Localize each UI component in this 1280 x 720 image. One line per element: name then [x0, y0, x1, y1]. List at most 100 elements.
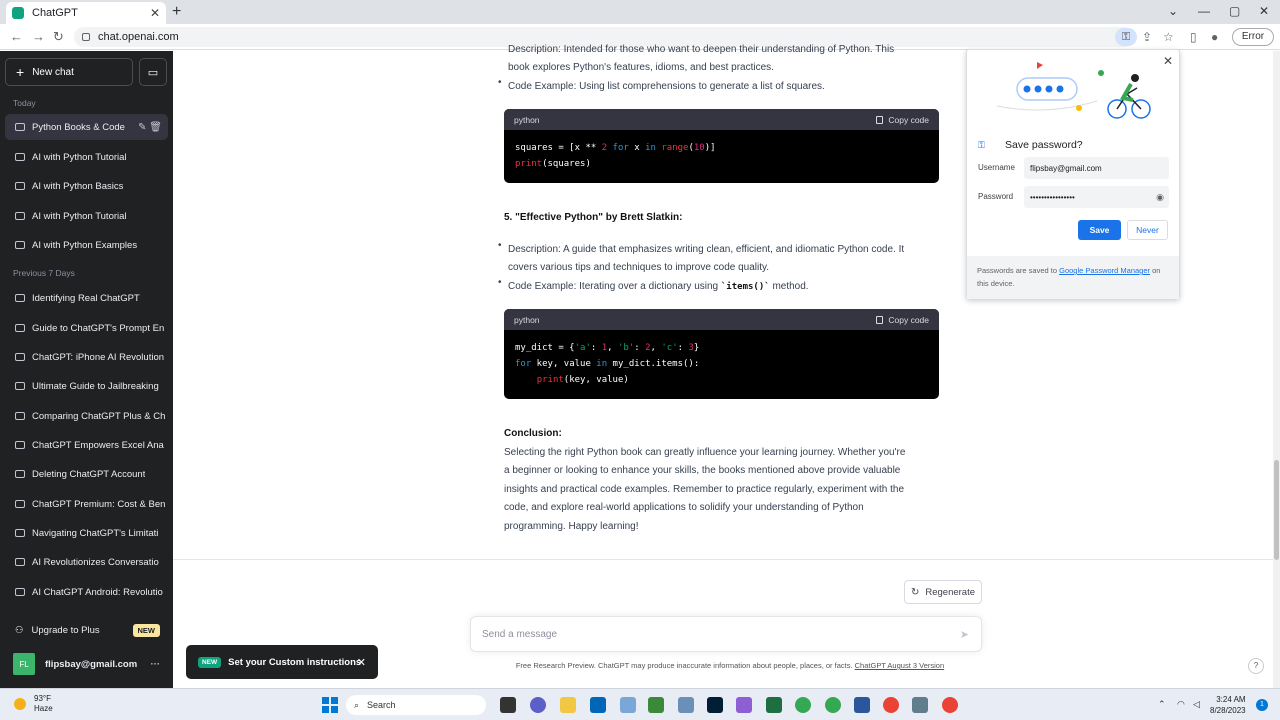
tab-title: ChatGPT	[32, 7, 78, 19]
reload-icon[interactable]: ↻	[53, 29, 64, 45]
send-icon[interactable]: ➤	[960, 628, 969, 641]
new-tab-icon[interactable]: +	[172, 3, 181, 21]
chrome-profile-icon[interactable]	[795, 697, 811, 713]
bookmark-star-icon[interactable]: ☆	[1163, 30, 1174, 44]
code-example-suffix: method.	[769, 281, 809, 292]
tab-search-icon[interactable]: ⌄	[1168, 4, 1178, 18]
sidebar-toggle-button[interactable]: ▭	[139, 58, 167, 86]
side-panel-icon[interactable]: ▯	[1190, 30, 1197, 44]
edit-delete-icons[interactable]: ✎ 🗑	[138, 122, 162, 133]
excel-icon[interactable]	[766, 697, 782, 713]
app-icon[interactable]	[854, 697, 870, 713]
message-input[interactable]: Send a message ➤	[470, 616, 982, 652]
new-chat-button[interactable]: + New chat	[5, 58, 133, 86]
weather-widget[interactable]: 93°F Haze	[14, 694, 53, 714]
sidebar-chat-item[interactable]: Python Books & Code ✎ 🗑	[5, 114, 168, 140]
chat-item-label: ChatGPT Premium: Cost & Ben	[32, 498, 166, 510]
volume-icon[interactable]: ◁	[1193, 699, 1200, 710]
sidebar-chat-item[interactable]: Comparing ChatGPT Plus & Ch	[5, 403, 168, 429]
sidebar-chat-item[interactable]: AI with Python Tutorial	[5, 203, 168, 229]
regenerate-button[interactable]: ↻ Regenerate	[904, 580, 982, 604]
chat-bubble-icon	[15, 153, 25, 161]
username-field[interactable]: flipsbay@gmail.com	[1024, 157, 1169, 179]
new-badge: NEW	[132, 623, 160, 637]
app-icon[interactable]	[678, 697, 694, 713]
save-button[interactable]: Save	[1078, 220, 1121, 240]
custom-instructions-toast[interactable]: NEW Set your Custom instructions ✕	[186, 645, 378, 679]
forward-icon[interactable]: →	[32, 29, 45, 44]
new-chat-label: New chat	[32, 66, 74, 78]
taskbar-clock[interactable]: 3:24 AM 8/28/2023	[1210, 694, 1246, 716]
sidebar-chat-item[interactable]: Ultimate Guide to Jailbreaking	[5, 373, 168, 399]
browser-tab-bar: ChatGPT ✕ + ⌄ — ▢ ✕	[0, 0, 1280, 24]
store-icon[interactable]	[590, 697, 606, 713]
chrome-icon[interactable]	[883, 697, 899, 713]
sidebar-chat-item[interactable]: Guide to ChatGPT's Prompt En	[5, 315, 168, 341]
key-icon: ⚿	[978, 140, 985, 150]
version-link[interactable]: ChatGPT August 3 Version	[855, 661, 945, 670]
help-button[interactable]: ?	[1248, 658, 1264, 674]
scrollbar[interactable]	[1273, 51, 1280, 688]
wifi-icon[interactable]: ◠	[1177, 699, 1185, 710]
chat-bubble-icon	[15, 441, 25, 449]
sidebar-chat-item[interactable]: AI with Python Examples	[5, 232, 168, 258]
sidebar-chat-item[interactable]: ChatGPT Empowers Excel Ana	[5, 432, 168, 458]
copy-code-button[interactable]: Copy code	[876, 115, 929, 125]
code-block: python Copy code my_dict = {'a': 1, 'b':…	[504, 309, 939, 399]
app-icon[interactable]	[736, 697, 752, 713]
sidebar-chat-item[interactable]: AI with Python Basics	[5, 173, 168, 199]
task-view-icon[interactable]	[500, 697, 516, 713]
app-icon[interactable]	[912, 697, 928, 713]
chrome-active-icon[interactable]	[942, 697, 958, 713]
eye-icon[interactable]: ◉	[1156, 192, 1164, 203]
temperature: 93°F	[34, 694, 51, 703]
password-field[interactable]: •••••••••••••••• ◉	[1024, 186, 1169, 208]
chat-bubble-icon	[15, 182, 25, 190]
file-explorer-icon[interactable]	[560, 697, 576, 713]
site-info-icon[interactable]	[82, 33, 90, 41]
copy-code-button[interactable]: Copy code	[876, 315, 929, 325]
tray-chevron-icon[interactable]: ⌃	[1158, 699, 1166, 710]
photoshop-icon[interactable]	[707, 697, 723, 713]
sidebar-chat-item[interactable]: AI Revolutionizes Conversatio	[5, 549, 168, 575]
chat-app-icon[interactable]	[530, 697, 546, 713]
sidebar-chat-item[interactable]: ChatGPT Premium: Cost & Ben	[5, 491, 168, 517]
sidebar-chat-item[interactable]: ChatGPT: iPhone AI Revolution	[5, 344, 168, 370]
sidebar-chat-item[interactable]: Identifying Real ChatGPT	[5, 285, 168, 311]
browser-tab[interactable]: ChatGPT ✕	[6, 2, 166, 24]
user-account-button[interactable]: FL flipsbay@gmail.com ···	[5, 651, 168, 677]
chat-item-label: Comparing ChatGPT Plus & Ch	[32, 410, 166, 422]
chat-bubble-icon	[15, 212, 25, 220]
notification-badge[interactable]: 1	[1256, 699, 1268, 711]
clock-time: 3:24 AM	[1216, 695, 1246, 704]
chat-item-label: AI with Python Examples	[32, 239, 138, 251]
more-options-icon[interactable]: ···	[151, 659, 161, 670]
sidebar-chat-item[interactable]: AI ChatGPT Android: Revolutio	[5, 579, 168, 605]
back-icon[interactable]: ←	[10, 29, 23, 44]
chat-item-label: ChatGPT Empowers Excel Ana	[32, 439, 164, 451]
minimize-icon[interactable]: —	[1198, 4, 1210, 18]
windows-start-icon[interactable]	[322, 697, 338, 713]
password-key-icon[interactable]: ⚿	[1115, 28, 1137, 46]
sidebar-chat-item[interactable]: AI with Python Tutorial	[5, 144, 168, 170]
toast-close-icon[interactable]: ✕	[357, 656, 366, 669]
maximize-icon[interactable]: ▢	[1229, 4, 1240, 18]
sidebar-chat-item[interactable]: Navigating ChatGPT's Limitati	[5, 520, 168, 546]
profile-icon[interactable]: ●	[1211, 30, 1218, 44]
sidebar-chat-item[interactable]: Deleting ChatGPT Account	[5, 461, 168, 487]
app-icon[interactable]	[620, 697, 636, 713]
taskbar-search[interactable]: ⌕ Search	[346, 695, 486, 715]
chatgpt-favicon-icon	[12, 7, 24, 19]
scrollbar-thumb[interactable]	[1274, 460, 1279, 560]
chat-item-label: Ultimate Guide to Jailbreaking	[32, 380, 159, 392]
window-close-icon[interactable]: ✕	[1259, 4, 1269, 18]
tab-close-icon[interactable]: ✕	[150, 6, 160, 20]
password-manager-link[interactable]: Google Password Manager	[1059, 266, 1150, 275]
chrome-profile-icon[interactable]	[825, 697, 841, 713]
upgrade-to-plus-button[interactable]: ⚇ Upgrade to Plus NEW	[5, 617, 168, 643]
chat-item-label: AI Revolutionizes Conversatio	[32, 556, 159, 568]
error-button[interactable]: Error	[1232, 28, 1274, 46]
never-button[interactable]: Never	[1127, 220, 1168, 240]
share-icon[interactable]: ⇪	[1142, 30, 1152, 44]
app-icon[interactable]	[648, 697, 664, 713]
